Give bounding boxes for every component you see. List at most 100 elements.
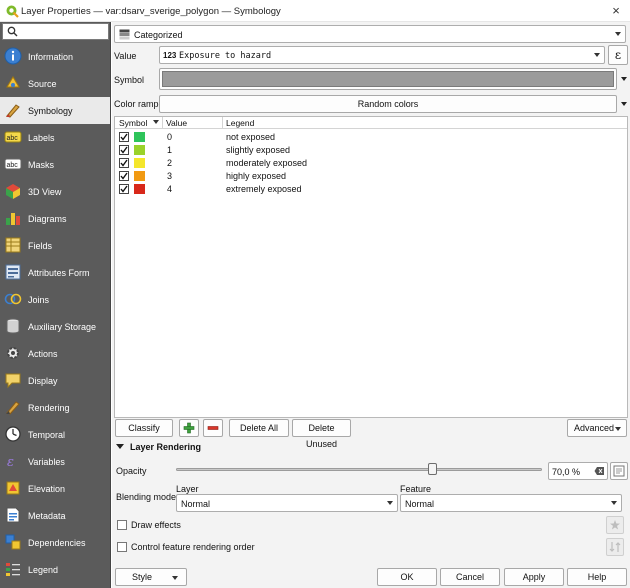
column-header-legend[interactable]: Legend: [226, 118, 254, 128]
sidebar-item-diagrams[interactable]: Diagrams: [0, 205, 110, 232]
row-checkbox[interactable]: [119, 132, 129, 142]
classify-button[interactable]: Classify: [115, 419, 173, 437]
opacity-slider-handle[interactable]: [428, 463, 438, 475]
sidebar-item-label: Joins: [28, 295, 50, 305]
sidebar-item-labels[interactable]: abc Labels: [0, 124, 110, 151]
color-ramp-menu-button[interactable]: [618, 95, 629, 113]
sidebar-item-attributes-form[interactable]: Attributes Form: [0, 259, 110, 286]
row-checkbox[interactable]: [119, 171, 129, 181]
sidebar-item-actions[interactable]: Actions: [0, 340, 110, 367]
plus-icon: [183, 422, 195, 434]
row-checkbox[interactable]: [119, 184, 129, 194]
attributes-form-icon: [5, 264, 21, 280]
categories-table[interactable]: Symbol Value Legend 0 not exposed 1 slig…: [114, 116, 628, 418]
style-button[interactable]: Style: [115, 568, 187, 586]
row-value: 2: [167, 158, 173, 168]
sidebar-item-auxiliary-storage[interactable]: Auxiliary Storage: [0, 313, 110, 340]
sidebar-item-label: Display: [28, 376, 58, 386]
layer-blend-select[interactable]: Normal: [176, 494, 398, 512]
sidebar-item-information[interactable]: Information: [0, 43, 110, 70]
collapse-arrow-icon: [116, 444, 124, 449]
symbol-swatch[interactable]: [134, 145, 145, 155]
diagrams-icon: [6, 213, 20, 225]
cancel-button[interactable]: Cancel: [440, 568, 500, 586]
table-row[interactable]: 3 highly exposed: [115, 170, 627, 183]
symbol-menu-button[interactable]: [618, 70, 629, 88]
row-legend: highly exposed: [226, 171, 287, 181]
value-label: Value: [114, 51, 137, 61]
layer-blend-label: Layer: [176, 484, 199, 494]
value-field-select[interactable]: 123 Exposure to hazard: [159, 46, 605, 64]
sidebar-item-display[interactable]: Display: [0, 367, 110, 394]
table-row[interactable]: 4 extremely exposed: [115, 183, 627, 196]
checkmark-icon: [120, 185, 128, 193]
symbol-swatch[interactable]: [134, 132, 145, 142]
temporal-icon: [5, 426, 21, 442]
symbol-swatch[interactable]: [134, 158, 145, 168]
sort-icon: [153, 120, 159, 124]
sidebar-item-variables[interactable]: ε Variables: [0, 448, 110, 475]
column-header-value[interactable]: Value: [166, 118, 187, 128]
opacity-slider-track[interactable]: [176, 468, 542, 471]
row-checkbox[interactable]: [119, 145, 129, 155]
expression-button[interactable]: ε: [608, 45, 628, 65]
column-header-symbol[interactable]: Symbol: [119, 118, 147, 128]
help-button[interactable]: Help: [567, 568, 627, 586]
effects-settings-button[interactable]: [606, 516, 624, 534]
symbol-swatch[interactable]: [134, 171, 145, 181]
apply-button[interactable]: Apply: [504, 568, 564, 586]
add-category-button[interactable]: [179, 419, 199, 437]
sidebar-item-label: 3D View: [28, 187, 62, 197]
delete-all-button[interactable]: Delete All: [229, 419, 289, 437]
sidebar-item-joins[interactable]: Joins: [0, 286, 110, 313]
sidebar-item-metadata[interactable]: Metadata: [0, 502, 110, 529]
sidebar-item-elevation[interactable]: Elevation: [0, 475, 110, 502]
actions-icon: [7, 347, 19, 359]
opacity-data-defined-button[interactable]: [610, 462, 628, 480]
sidebar-item-masks[interactable]: abc Masks: [0, 151, 110, 178]
sidebar-item-legend[interactable]: Legend: [0, 556, 110, 583]
color-ramp-button[interactable]: Random colors: [159, 95, 617, 113]
opacity-spinbox[interactable]: 70,0 %: [548, 462, 608, 480]
sidebar-item-3d-view[interactable]: 3D View: [0, 178, 110, 205]
symbol-swatch[interactable]: [134, 184, 145, 194]
sidebar-item-dependencies[interactable]: Dependencies: [0, 529, 110, 556]
sidebar-item-source[interactable]: Source: [0, 70, 110, 97]
advanced-button[interactable]: Advanced: [567, 419, 627, 437]
table-row[interactable]: 2 moderately exposed: [115, 157, 627, 170]
sidebar-item-fields[interactable]: Fields: [0, 232, 110, 259]
sidebar-item-label: Symbology: [28, 106, 73, 116]
sidebar-item-symbology[interactable]: Symbology: [0, 97, 110, 124]
chevron-down-icon: [621, 102, 627, 106]
minus-icon: [207, 426, 219, 430]
layer-blend-value: Normal: [181, 499, 211, 509]
renderer-select[interactable]: Categorized: [114, 25, 626, 43]
close-icon[interactable]: ×: [604, 1, 628, 21]
opacity-label: Opacity: [116, 466, 147, 476]
svg-text:abc: abc: [7, 135, 19, 142]
control-rendering-order-label: Control feature rendering order: [131, 542, 255, 552]
rendering-order-button[interactable]: [606, 538, 624, 556]
row-value: 0: [167, 132, 173, 142]
sidebar-item-temporal[interactable]: Temporal: [0, 421, 110, 448]
row-checkbox[interactable]: [119, 158, 129, 168]
clear-icon[interactable]: [594, 466, 605, 476]
sidebar-item-label: Source: [28, 79, 57, 89]
ok-button[interactable]: OK: [377, 568, 437, 586]
search-input[interactable]: [2, 23, 109, 40]
symbology-icon: [6, 104, 20, 118]
sidebar-item-label: Masks: [28, 160, 55, 170]
remove-category-button[interactable]: [203, 419, 223, 437]
draw-effects-checkbox[interactable]: [117, 520, 127, 530]
control-rendering-order-checkbox[interactable]: [117, 542, 127, 552]
delete-unused-button[interactable]: Delete Unused: [292, 419, 351, 449]
layer-rendering-toggle[interactable]: Layer Rendering: [112, 438, 630, 456]
feature-blend-select[interactable]: Normal: [400, 494, 622, 512]
sidebar-item-label: Dependencies: [28, 538, 86, 548]
symbol-button[interactable]: [159, 68, 617, 90]
table-row[interactable]: 1 slightly exposed: [115, 144, 627, 157]
sidebar-item-rendering[interactable]: Rendering: [0, 394, 110, 421]
draw-effects-label: Draw effects: [131, 520, 181, 530]
table-row[interactable]: 0 not exposed: [115, 131, 627, 144]
categorized-icon: [119, 29, 130, 40]
